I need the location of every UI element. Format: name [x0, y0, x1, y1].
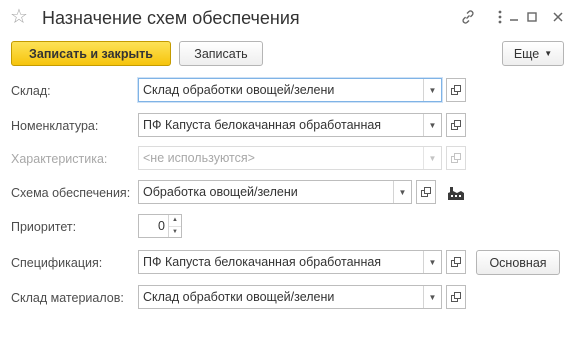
more-button-label: Еще: [513, 46, 540, 61]
warehouse-value[interactable]: Склад обработки овощей/зелени: [139, 79, 423, 101]
open-icon: [450, 292, 462, 302]
dropdown-arrow-icon[interactable]: ▼: [423, 251, 441, 273]
characteristic-label: Характеристика:: [11, 152, 108, 166]
characteristic-open-button: [446, 146, 466, 170]
materials-warehouse-field[interactable]: Склад обработки овощей/зелени ▼: [138, 285, 442, 309]
open-icon: [420, 187, 432, 197]
maximize-icon[interactable]: [523, 8, 541, 26]
increment-icon[interactable]: ▲: [169, 215, 181, 226]
open-icon: [450, 85, 462, 95]
title-bar: ☆ Назначение схем обеспечения: [0, 0, 579, 36]
priority-arrows[interactable]: ▲ ▼: [168, 215, 181, 237]
save-and-close-button[interactable]: Записать и закрыть: [11, 41, 171, 66]
specification-label: Спецификация:: [11, 256, 103, 270]
nomenclature-value[interactable]: ПФ Капуста белокачанная обработанная: [139, 114, 423, 136]
specification-field[interactable]: ПФ Капуста белокачанная обработанная ▼: [138, 250, 442, 274]
dropdown-arrow-icon: ▼: [423, 147, 441, 169]
minimize-icon[interactable]: [505, 8, 523, 26]
page-title: Назначение схем обеспечения: [42, 8, 300, 28]
factory-icon[interactable]: [447, 184, 465, 202]
priority-value[interactable]: 0: [139, 219, 168, 233]
scheme-field[interactable]: Обработка овощей/зелени ▼: [138, 180, 412, 204]
characteristic-field: <не используются> ▼: [138, 146, 442, 170]
materials-warehouse-open-button[interactable]: [446, 285, 466, 309]
dropdown-arrow-icon[interactable]: ▼: [393, 181, 411, 203]
scheme-value[interactable]: Обработка овощей/зелени: [139, 181, 393, 203]
open-icon: [450, 153, 462, 163]
dropdown-arrow-icon[interactable]: ▼: [423, 114, 441, 136]
materials-warehouse-label: Склад материалов:: [11, 291, 124, 305]
dropdown-arrow-icon[interactable]: ▼: [423, 286, 441, 308]
priority-stepper[interactable]: 0 ▲ ▼: [138, 214, 182, 238]
nomenclature-field[interactable]: ПФ Капуста белокачанная обработанная ▼: [138, 113, 442, 137]
warehouse-field[interactable]: Склад обработки овощей/зелени ▼: [138, 78, 442, 102]
nomenclature-label: Номенклатура:: [11, 119, 99, 133]
star-icon[interactable]: ☆: [10, 7, 28, 27]
nomenclature-open-button[interactable]: [446, 113, 466, 137]
warehouse-label: Склад:: [11, 84, 51, 98]
priority-label: Приоритет:: [11, 220, 77, 234]
dropdown-arrow-icon: ▼: [544, 49, 553, 58]
specification-open-button[interactable]: [446, 250, 466, 274]
main-specification-button[interactable]: Основная: [476, 250, 560, 275]
save-button[interactable]: Записать: [179, 41, 263, 66]
open-icon: [450, 120, 462, 130]
warehouse-open-button[interactable]: [446, 78, 466, 102]
characteristic-placeholder: <не используются>: [143, 151, 255, 165]
decrement-icon[interactable]: ▼: [169, 225, 181, 238]
materials-warehouse-value[interactable]: Склад обработки овощей/зелени: [139, 286, 423, 308]
link-icon[interactable]: [459, 8, 477, 26]
specification-value[interactable]: ПФ Капуста белокачанная обработанная: [139, 251, 423, 273]
scheme-label: Схема обеспечения:: [11, 186, 131, 200]
open-icon: [450, 257, 462, 267]
close-icon[interactable]: [549, 8, 567, 26]
dropdown-arrow-icon[interactable]: ▼: [423, 79, 441, 101]
scheme-open-button[interactable]: [416, 180, 436, 204]
more-button[interactable]: Еще ▼: [502, 41, 564, 66]
